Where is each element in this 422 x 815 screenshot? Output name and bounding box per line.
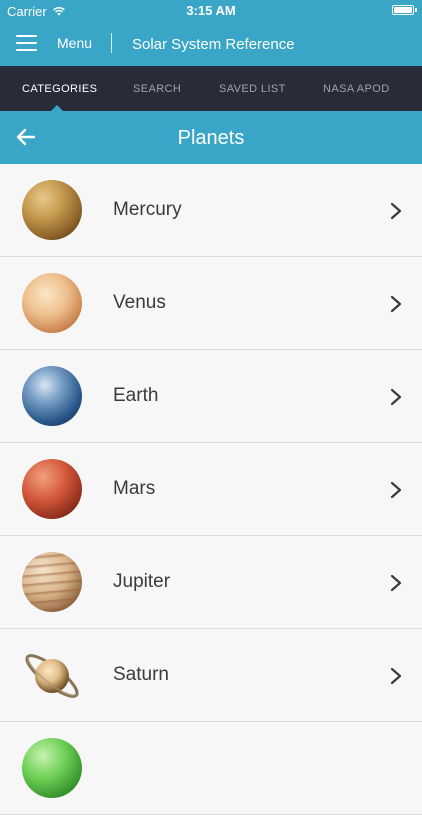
clock: 3:15 AM <box>186 3 236 18</box>
chevron-right-icon <box>390 202 402 220</box>
jupiter-icon <box>22 552 82 612</box>
planet-name: Earth <box>113 385 159 406</box>
tab-categories[interactable]: CATEGORIES <box>22 83 97 95</box>
app-title: Solar System Reference <box>132 36 295 53</box>
planet-name: Venus <box>113 292 166 313</box>
tab-nasa-apod[interactable]: NASA APOD <box>323 83 390 95</box>
chevron-right-icon <box>390 295 402 313</box>
nav-divider <box>111 33 112 53</box>
page-title: Planets <box>177 127 245 149</box>
tab-search[interactable]: SEARCH <box>133 83 181 95</box>
status-bar: Carrier 3:15 AM <box>0 0 422 22</box>
saturn-icon <box>25 654 79 698</box>
venus-icon <box>22 273 82 333</box>
tab-bar: CATEGORIES SEARCH SAVED LIST NASA APOD <box>0 66 422 111</box>
list-item-venus[interactable]: Venus <box>0 257 422 350</box>
planet-name: Mars <box>113 478 156 499</box>
hamburger-menu-icon[interactable] <box>16 35 37 51</box>
planet-list: Mercury Venus Earth Mars Jupiter Saturn <box>0 164 422 815</box>
earth-icon <box>22 366 82 426</box>
chevron-right-icon <box>390 388 402 406</box>
list-item-earth[interactable]: Earth <box>0 350 422 443</box>
list-item-saturn[interactable]: Saturn <box>0 629 422 722</box>
list-item-jupiter[interactable]: Jupiter <box>0 536 422 629</box>
planet-name: Jupiter <box>113 571 171 592</box>
chevron-right-icon <box>390 481 402 499</box>
battery-icon <box>392 5 417 15</box>
uranus-icon <box>22 738 82 798</box>
nav-bar: Menu Solar System Reference <box>0 22 422 66</box>
section-header: Planets <box>0 111 422 164</box>
planet-name: Saturn <box>113 664 169 685</box>
planet-name: Mercury <box>113 199 182 220</box>
mars-icon <box>22 459 82 519</box>
list-item-mars[interactable]: Mars <box>0 443 422 536</box>
tab-saved-list[interactable]: SAVED LIST <box>219 83 286 95</box>
mercury-icon <box>22 180 82 240</box>
chevron-right-icon <box>390 667 402 685</box>
menu-button[interactable]: Menu <box>57 35 92 51</box>
list-item-uranus[interactable] <box>0 722 422 815</box>
chevron-right-icon <box>390 574 402 592</box>
list-item-mercury[interactable]: Mercury <box>0 164 422 257</box>
